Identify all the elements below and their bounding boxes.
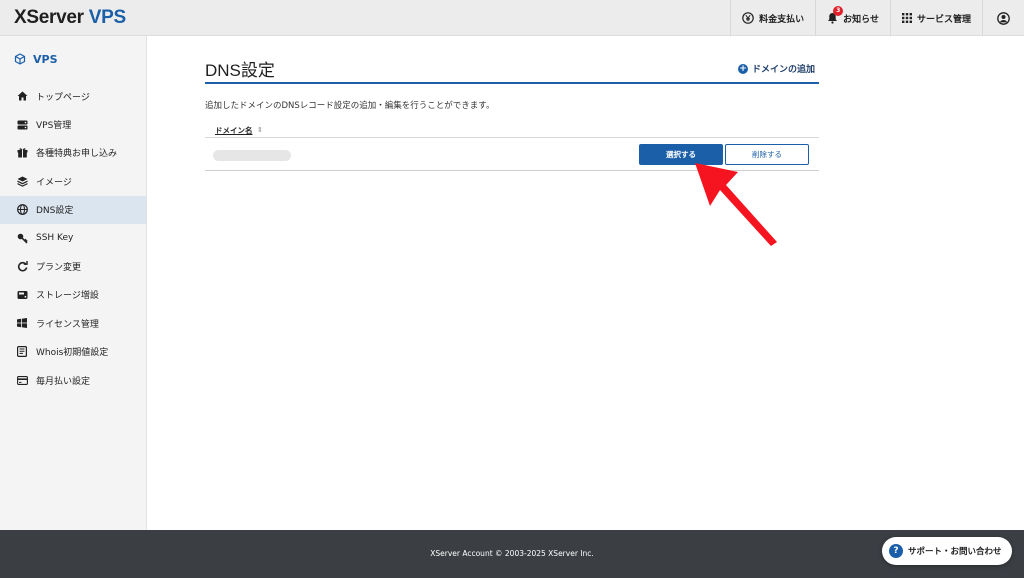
gift-icon [16,147,28,158]
home-icon [16,91,28,101]
sidebar-item-license[interactable]: ライセンス管理 [0,309,146,337]
header-notice-link[interactable]: 3 お知らせ [815,0,890,36]
windows-icon [16,318,28,329]
sidebar-item-ssh-key[interactable]: SSH Key [0,224,146,252]
header-payment-link[interactable]: 料金支払い [730,0,815,36]
yen-icon [742,12,754,24]
globe-icon [16,204,28,216]
header-notice-label: お知らせ [843,14,879,25]
storage-icon [16,290,28,300]
sidebar: VPS トップページ VPS管理 各種特典お申し込み イメージ DNS設定 SS… [0,36,147,530]
sidebar-item-monthly-payment[interactable]: 毎月払い設定 [0,366,146,394]
sidebar-item-label: SSH Key [36,233,74,244]
card-icon [16,375,28,385]
key-icon [16,233,28,244]
page-title: DNS設定 [205,61,275,80]
support-label: サポート・お問い合わせ [908,547,1002,557]
cube-icon [14,53,26,65]
domain-name-redacted [213,150,291,161]
sidebar-item-label: 各種特典お申し込み [36,149,118,160]
sort-icon[interactable]: ⇕ [257,126,263,134]
header-account-button[interactable] [982,0,1024,36]
sidebar-item-label: DNS設定 [36,206,74,217]
sidebar-item-top-page[interactable]: トップページ [0,82,146,110]
sidebar-item-vps-management[interactable]: VPS管理 [0,110,146,138]
xserver-vps-logo[interactable]: XServer VPS [14,7,126,29]
sidebar-item-whois[interactable]: Whois初期値設定 [0,338,146,366]
document-icon [16,346,28,358]
sidebar-item-image[interactable]: イメージ [0,167,146,195]
sidebar-item-storage[interactable]: ストレージ増設 [0,281,146,309]
top-header: XServer VPS 料金支払い 3 お知らせ サービス管理 [0,0,1024,36]
support-contact-button[interactable]: ? サポート・お問い合わせ [882,537,1012,565]
question-icon: ? [889,544,903,558]
page-description: 追加したドメインのDNSレコード設定の追加・編集を行うことができます。 [205,101,495,111]
sidebar-item-dns-settings[interactable]: DNS設定 [0,195,146,224]
header-nav: 料金支払い 3 お知らせ サービス管理 [730,0,1024,36]
domain-name-column-header[interactable]: ドメイン名 [215,125,253,136]
sidebar-item-plan-change[interactable]: プラン変更 [0,252,146,280]
annotation-arrow-icon [695,163,777,246]
server-icon [16,120,28,130]
sidebar-item-label: VPS管理 [36,121,72,132]
sidebar-item-label: プラン変更 [36,263,82,274]
user-icon [997,11,1010,25]
sidebar-item-label: イメージ [36,177,72,188]
page-title-bar: DNS設定 + ドメインの追加 [205,56,819,84]
footer: XServer Account © 2003-2025 XServer Inc. [0,530,1024,578]
grid-icon [901,13,912,23]
sidebar-title[interactable]: VPS [0,36,146,82]
sidebar-item-label: 毎月払い設定 [36,376,91,387]
table-header: ドメイン名 ⇕ [205,122,819,138]
header-service-link[interactable]: サービス管理 [889,0,982,36]
copyright-text: XServer Account © 2003-2025 XServer Inc. [430,549,594,558]
header-service-label: サービス管理 [916,14,971,25]
sidebar-title-label: VPS [33,52,58,66]
notification-count-badge: 3 [833,6,844,16]
layers-icon [16,176,28,187]
sidebar-item-label: Whois初期値設定 [36,348,109,359]
bell-icon: 3 [827,6,844,24]
sidebar-item-label: トップページ [36,92,90,103]
header-payment-label: 料金支払い [759,14,805,25]
sidebar-item-label: ライセンス管理 [36,319,99,330]
sidebar-item-label: ストレージ増設 [36,291,99,302]
add-domain-link[interactable]: + ドメインの追加 [737,62,815,75]
plus-circle-icon: + [737,63,748,74]
sidebar-item-benefits[interactable]: 各種特典お申し込み [0,139,146,167]
add-domain-label: ドメインの追加 [751,65,815,75]
refresh-icon [16,261,28,272]
